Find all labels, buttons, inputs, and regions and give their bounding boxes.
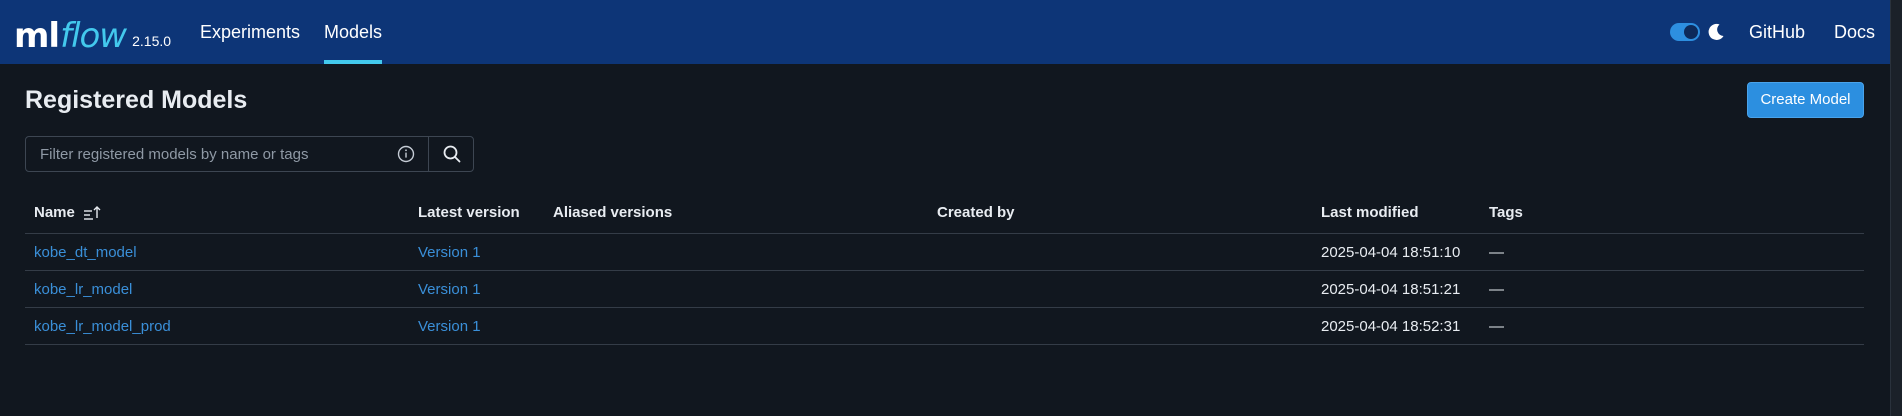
scrollbar[interactable] xyxy=(1890,0,1902,416)
model-name-link[interactable]: kobe_lr_model xyxy=(34,271,132,308)
latest-version-link[interactable]: Version 1 xyxy=(418,271,481,308)
tags-cell: — xyxy=(1489,318,1504,335)
search-input[interactable] xyxy=(26,137,430,171)
last-modified-cell: 2025-04-04 18:51:21 xyxy=(1321,281,1461,298)
latest-version-link[interactable]: Version 1 xyxy=(418,308,481,345)
tags-cell: — xyxy=(1489,244,1504,261)
top-nav-bar: ml flow 2.15.0 Experiments Models GitHub… xyxy=(0,0,1890,64)
column-header-last-modified: Last modified xyxy=(1321,204,1419,221)
table-row: kobe_lr_model Version 1 2025-04-04 18:51… xyxy=(25,271,1864,308)
toggle-knob xyxy=(1684,25,1698,39)
table-row: kobe_lr_model_prod Version 1 2025-04-04 … xyxy=(25,308,1864,345)
logo-ml-text: ml xyxy=(14,16,60,56)
last-modified-cell: 2025-04-04 18:51:10 xyxy=(1321,244,1461,261)
tags-cell: — xyxy=(1489,281,1504,298)
page-title: Registered Models xyxy=(25,86,248,114)
search-button[interactable] xyxy=(428,137,474,171)
column-header-name-label: Name xyxy=(34,204,75,221)
search-bar xyxy=(25,136,474,172)
model-name-link[interactable]: kobe_dt_model xyxy=(34,234,137,271)
nav-experiments[interactable]: Experiments xyxy=(200,0,300,64)
sort-ascending-icon[interactable] xyxy=(83,205,101,221)
table-row: kobe_dt_model Version 1 2025-04-04 18:51… xyxy=(25,234,1864,271)
info-icon[interactable] xyxy=(397,145,415,163)
mlflow-logo[interactable]: ml flow 2.15.0 xyxy=(14,4,171,60)
models-table: Name Latest version Aliased versions Cre… xyxy=(25,196,1864,345)
nav-github[interactable]: GitHub xyxy=(1749,0,1805,64)
moon-icon xyxy=(1708,23,1724,40)
dark-mode-toggle[interactable] xyxy=(1670,23,1700,41)
model-name-link[interactable]: kobe_lr_model_prod xyxy=(34,308,171,345)
nav-docs[interactable]: Docs xyxy=(1834,0,1875,64)
column-header-tags: Tags xyxy=(1489,204,1523,221)
latest-version-link[interactable]: Version 1 xyxy=(418,234,481,271)
column-header-name[interactable]: Name xyxy=(34,196,101,230)
search-icon xyxy=(443,145,460,163)
column-header-latest-version: Latest version xyxy=(418,204,520,221)
table-header: Name Latest version Aliased versions Cre… xyxy=(25,196,1864,234)
create-model-button[interactable]: Create Model xyxy=(1747,82,1864,118)
nav-models[interactable]: Models xyxy=(324,0,383,64)
version-label: 2.15.0 xyxy=(132,33,172,49)
logo-flow-text: flow xyxy=(60,16,127,56)
column-header-aliased-versions: Aliased versions xyxy=(553,204,673,221)
column-header-created-by: Created by xyxy=(937,204,1015,221)
last-modified-cell: 2025-04-04 18:52:31 xyxy=(1321,318,1461,335)
